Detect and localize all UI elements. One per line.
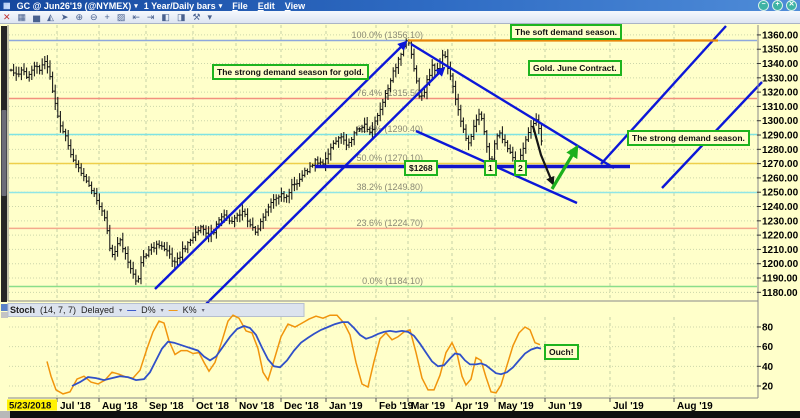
- stoch-mode: Delayed: [81, 305, 115, 315]
- svg-text:100.0% (1356.10): 100.0% (1356.10): [351, 30, 423, 40]
- annotation-strong-demand[interactable]: The strong demand season.: [627, 130, 750, 146]
- svg-text:Sep '18: Sep '18: [149, 401, 184, 412]
- svg-text:1180.00: 1180.00: [762, 288, 798, 299]
- stoch-settings-dropdown-icon[interactable]: ▾: [119, 307, 122, 314]
- annotation-soft-demand[interactable]: The soft demand season.: [510, 24, 623, 40]
- svg-text:1320.00: 1320.00: [762, 88, 799, 99]
- scrollbar-button-2[interactable]: [1, 312, 8, 318]
- mountain-chart-icon[interactable]: ◭: [47, 12, 54, 23]
- svg-text:60: 60: [762, 342, 774, 353]
- tool-dropdown-icon[interactable]: ▾: [208, 12, 213, 23]
- svg-text:Apr '19: Apr '19: [455, 401, 489, 412]
- menu-view[interactable]: View: [285, 1, 305, 11]
- svg-text:1330.00: 1330.00: [762, 73, 799, 84]
- title-bar: ▦ GC @ Jun26'19 (@NYMEX) ▾ 1 Year/Daily …: [0, 0, 800, 11]
- svg-text:Jul '19: Jul '19: [613, 401, 644, 412]
- charting-app-window: 100.0% (1356.10) 76.4% (1315.50) 61.8% (12…: [0, 0, 800, 418]
- timeframe-dropdown-icon[interactable]: ▾: [219, 2, 223, 10]
- resize-grip[interactable]: [0, 411, 10, 418]
- svg-text:23.6% (1224.70): 23.6% (1224.70): [356, 218, 423, 228]
- svg-text:0.0% (1184.10): 0.0% (1184.10): [362, 276, 423, 286]
- svg-text:1290.00: 1290.00: [762, 131, 799, 142]
- svg-text:Oct '18: Oct '18: [196, 401, 229, 412]
- chart-canvas[interactable]: 100.0% (1356.10) 76.4% (1315.50) 61.8% (12…: [0, 0, 800, 418]
- svg-text:Jan '19: Jan '19: [329, 401, 363, 412]
- svg-text:Dec '18: Dec '18: [284, 401, 319, 412]
- svg-text:1280.00: 1280.00: [762, 145, 799, 156]
- pane-right-icon[interactable]: ◨: [177, 12, 186, 23]
- start-date-label: 5/23/2018: [9, 401, 51, 412]
- step-back-icon[interactable]: ⇤: [132, 12, 140, 23]
- d-percent-label: D%: [141, 305, 156, 315]
- svg-text:38.2% (1249.80): 38.2% (1249.80): [356, 182, 423, 192]
- svg-text:Jul '18: Jul '18: [60, 401, 91, 412]
- svg-text:1220.00: 1220.00: [762, 231, 799, 242]
- zoom-in-icon[interactable]: ⊕: [75, 12, 83, 23]
- svg-text:80: 80: [762, 323, 774, 334]
- svg-text:1190.00: 1190.00: [762, 274, 798, 285]
- svg-text:May '19: May '19: [498, 401, 534, 412]
- annotation-marker-1[interactable]: 1: [484, 160, 497, 176]
- step-forward-icon[interactable]: ⇥: [147, 12, 155, 23]
- svg-text:1310.00: 1310.00: [762, 102, 799, 113]
- symbol-title[interactable]: GC @ Jun26'19 (@NYMEX): [17, 1, 132, 11]
- svg-text:Aug '18: Aug '18: [102, 401, 138, 412]
- maximize-button[interactable]: +: [772, 0, 783, 11]
- tools-icon[interactable]: ⚒: [192, 12, 200, 23]
- drawing-toolbar: ✕ ▦ ▅ ◭ ➤ ⊕ ⊖ + ▨ ⇤ ⇥ ◧ ◨ ⚒ ▾: [0, 11, 800, 24]
- d-percent-dropdown-icon[interactable]: ▾: [161, 307, 164, 314]
- svg-text:Jun '19: Jun '19: [548, 401, 582, 412]
- stoch-panel-header: Stoch (14, 7, 7) Delayed ▾ — D% ▾ — K% ▾: [10, 304, 205, 316]
- annotation-marker-2[interactable]: 2: [514, 160, 527, 176]
- svg-text:1210.00: 1210.00: [762, 245, 799, 256]
- crosshair-icon[interactable]: +: [105, 12, 110, 23]
- svg-text:1270.00: 1270.00: [762, 159, 799, 170]
- menu-edit[interactable]: Edit: [258, 1, 275, 11]
- svg-text:1250.00: 1250.00: [762, 188, 799, 199]
- menu-file[interactable]: File: [232, 1, 248, 11]
- pane-left-icon[interactable]: ◧: [161, 12, 170, 23]
- svg-text:1240.00: 1240.00: [762, 202, 799, 213]
- svg-text:Aug '19: Aug '19: [677, 401, 713, 412]
- window-controls: − + ✕: [758, 0, 797, 11]
- svg-text:76.4% (1315.50): 76.4% (1315.50): [356, 88, 423, 98]
- pointer-tool-icon[interactable]: ➤: [61, 12, 69, 23]
- svg-text:Mar '19: Mar '19: [411, 401, 446, 412]
- d-percent-swatch: —: [127, 305, 137, 315]
- k-percent-swatch: —: [168, 305, 178, 315]
- svg-text:1350.00: 1350.00: [762, 45, 799, 56]
- symbol-dropdown-icon[interactable]: ▾: [134, 2, 138, 10]
- svg-text:1200.00: 1200.00: [762, 259, 799, 270]
- close-button[interactable]: ✕: [786, 0, 797, 11]
- svg-text:1300.00: 1300.00: [762, 116, 799, 127]
- data-table-icon[interactable]: ▦: [18, 12, 27, 23]
- timeframe-selector[interactable]: 1 Year/Daily bars: [144, 1, 216, 11]
- svg-text:1340.00: 1340.00: [762, 59, 799, 70]
- stoch-label: Stoch: [10, 305, 36, 315]
- svg-text:1260.00: 1260.00: [762, 173, 799, 184]
- scrollbar-button-1[interactable]: [1, 304, 8, 311]
- svg-text:20: 20: [762, 381, 774, 392]
- svg-text:1360.00: 1360.00: [762, 30, 799, 41]
- annotation-ouch[interactable]: Ouch!: [544, 344, 579, 360]
- svg-text:1230.00: 1230.00: [762, 216, 799, 227]
- notes-icon[interactable]: ▨: [117, 12, 126, 23]
- window-icon: ▦: [3, 1, 11, 10]
- minimize-button[interactable]: −: [758, 0, 769, 11]
- zoom-out-icon[interactable]: ⊖: [90, 12, 98, 23]
- svg-text:Feb '19: Feb '19: [379, 401, 413, 412]
- k-percent-dropdown-icon[interactable]: ▾: [202, 307, 205, 314]
- k-percent-label: K%: [182, 305, 197, 315]
- svg-text:61.8% (1290.40): 61.8% (1290.40): [356, 124, 423, 134]
- close-chart-icon[interactable]: ✕: [3, 12, 11, 23]
- scrollbar-thumb[interactable]: [1, 110, 7, 196]
- bottom-bar: [0, 411, 800, 418]
- bar-chart-icon[interactable]: ▅: [33, 12, 40, 23]
- annotation-contract[interactable]: Gold. June Contract.: [528, 60, 622, 76]
- stoch-params: (14, 7, 7): [40, 305, 77, 315]
- svg-text:Nov '18: Nov '18: [239, 401, 275, 412]
- svg-text:40: 40: [762, 362, 774, 373]
- annotation-price-1268[interactable]: $1268: [404, 160, 438, 176]
- annotation-strong-demand-gold[interactable]: The strong demand season for gold.: [212, 64, 369, 80]
